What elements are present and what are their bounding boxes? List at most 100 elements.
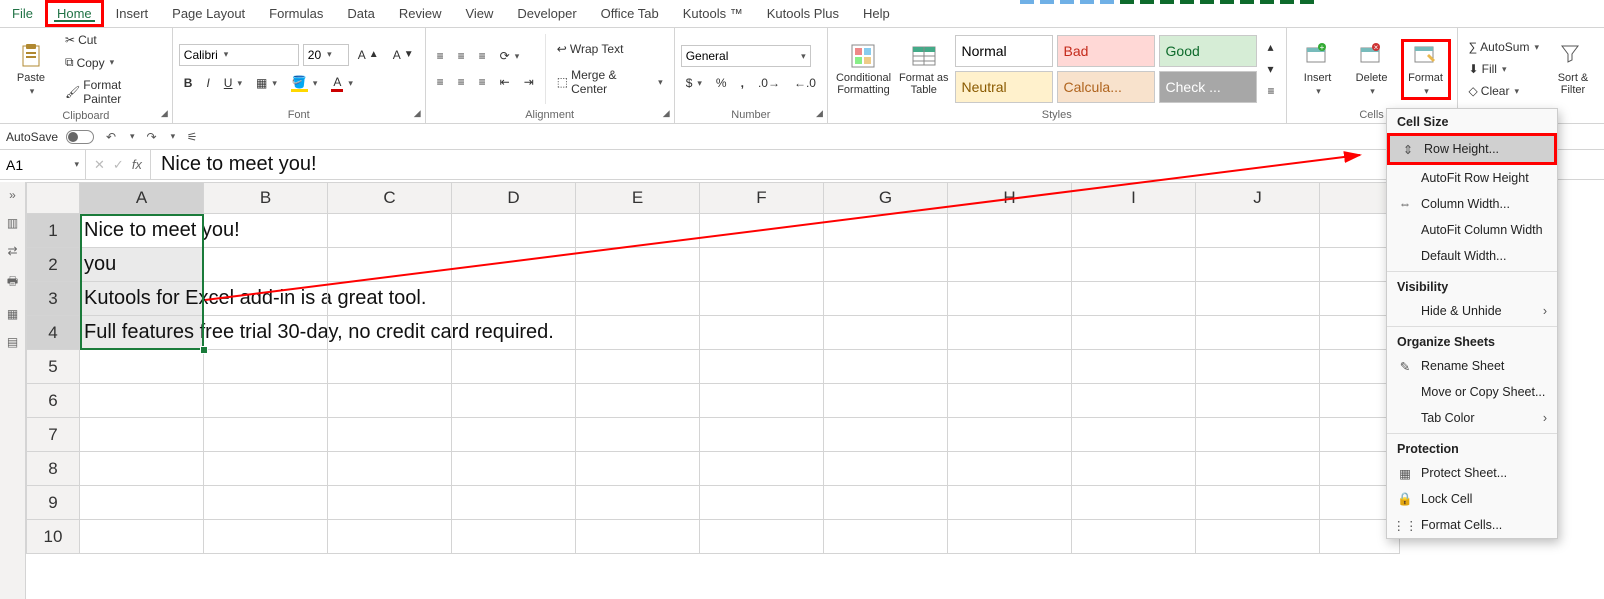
cell[interactable] — [1072, 486, 1196, 520]
cell-A1[interactable]: Nice to meet you! — [80, 214, 204, 248]
cell[interactable] — [576, 316, 700, 350]
cell[interactable] — [700, 452, 824, 486]
fill-handle[interactable] — [200, 346, 208, 354]
styles-more[interactable]: ≡ — [1263, 81, 1280, 101]
row-header-10[interactable]: 10 — [26, 520, 80, 554]
tab-data[interactable]: Data — [335, 0, 386, 27]
borders-button[interactable]: ▦▾ — [251, 73, 282, 93]
tab-kutools-plus[interactable]: Kutools Plus — [755, 0, 851, 27]
dialog-launcher-icon[interactable]: ◢ — [663, 108, 670, 119]
cell[interactable] — [1196, 350, 1320, 384]
col-header-G[interactable]: G — [824, 182, 948, 214]
cell[interactable] — [1072, 282, 1196, 316]
increase-decimal-button[interactable]: .0→ — [753, 73, 785, 93]
cell[interactable] — [80, 418, 204, 452]
cell[interactable] — [824, 486, 948, 520]
row-header-6[interactable]: 6 — [26, 384, 80, 418]
align-middle-button[interactable]: ≡ — [453, 46, 470, 66]
cell[interactable] — [576, 520, 700, 554]
cell[interactable] — [576, 248, 700, 282]
col-header-F[interactable]: F — [700, 182, 824, 214]
rail-icon[interactable]: 🖶 — [7, 272, 18, 293]
styles-scroll-up[interactable]: ▴ — [1263, 37, 1279, 57]
cell-A3[interactable]: Kutools for Excel add-in is a great tool… — [80, 282, 204, 316]
menu-column-width[interactable]: ⇔Column Width... — [1387, 191, 1557, 217]
cell[interactable] — [576, 452, 700, 486]
col-header-A[interactable]: A — [80, 182, 204, 214]
cell[interactable] — [204, 520, 328, 554]
cell[interactable] — [204, 418, 328, 452]
cell[interactable] — [824, 418, 948, 452]
align-right-button[interactable]: ≡ — [474, 72, 491, 92]
cell[interactable] — [1196, 486, 1320, 520]
cell[interactable] — [824, 350, 948, 384]
cell[interactable] — [204, 316, 328, 350]
cell[interactable] — [576, 384, 700, 418]
cell[interactable] — [700, 384, 824, 418]
cell[interactable] — [452, 486, 576, 520]
cell[interactable] — [576, 486, 700, 520]
cell[interactable] — [452, 214, 576, 248]
tab-review[interactable]: Review — [387, 0, 454, 27]
font-name-combo[interactable]: Calibri▾ — [179, 44, 299, 66]
fill-color-button[interactable]: 🪣▾ — [286, 72, 322, 95]
cancel-formula-button[interactable]: ✕ — [94, 157, 105, 173]
cell[interactable] — [948, 452, 1072, 486]
cell[interactable] — [328, 486, 452, 520]
cell[interactable] — [1072, 214, 1196, 248]
col-header-I[interactable]: I — [1072, 182, 1196, 214]
cell[interactable] — [1072, 452, 1196, 486]
tab-insert[interactable]: Insert — [104, 0, 161, 27]
style-good[interactable]: Good — [1159, 35, 1257, 67]
align-center-button[interactable]: ≡ — [453, 72, 470, 92]
menu-hide-unhide[interactable]: Hide & Unhide› — [1387, 298, 1557, 324]
cell[interactable] — [80, 384, 204, 418]
font-color-button[interactable]: A▾ — [326, 72, 358, 95]
cell[interactable] — [204, 350, 328, 384]
cell[interactable] — [452, 418, 576, 452]
redo-button[interactable]: ↷ — [143, 128, 161, 146]
cell[interactable] — [328, 248, 452, 282]
cell[interactable] — [328, 418, 452, 452]
cell[interactable] — [1196, 452, 1320, 486]
conditional-formatting-button[interactable]: Conditional Formatting — [834, 40, 893, 98]
cell[interactable] — [700, 486, 824, 520]
fill-button[interactable]: ⬇Fill▾ — [1464, 59, 1512, 79]
decrease-decimal-button[interactable]: ←.0 — [789, 73, 821, 93]
row-header-9[interactable]: 9 — [26, 486, 80, 520]
cell[interactable] — [1196, 248, 1320, 282]
row-header-1[interactable]: 1 — [26, 214, 80, 248]
cell[interactable] — [452, 384, 576, 418]
sort-filter-button[interactable]: Sort & Filter — [1548, 40, 1598, 98]
cell[interactable] — [452, 452, 576, 486]
cell[interactable] — [824, 452, 948, 486]
cell[interactable] — [204, 486, 328, 520]
cell[interactable] — [328, 282, 452, 316]
cell-A2[interactable]: you — [80, 248, 204, 282]
cell[interactable] — [948, 520, 1072, 554]
undo-button[interactable]: ↶ — [102, 128, 120, 146]
cell[interactable] — [576, 282, 700, 316]
number-format-combo[interactable]: General▾ — [681, 45, 811, 67]
worksheet-grid[interactable]: A B C D E F G H I J 1Nice to meet you! 2… — [26, 182, 1604, 599]
col-header-D[interactable]: D — [452, 182, 576, 214]
tab-office-tab[interactable]: Office Tab — [589, 0, 671, 27]
dialog-launcher-icon[interactable]: ◢ — [161, 108, 168, 119]
enter-formula-button[interactable]: ✓ — [113, 157, 124, 173]
indent-increase-button[interactable]: ⇥ — [519, 72, 539, 92]
cut-button[interactable]: ✂ Cut — [60, 30, 102, 50]
percent-button[interactable]: % — [711, 73, 732, 93]
comma-button[interactable]: , — [736, 73, 749, 93]
menu-row-height[interactable]: ⇕ Row Height... — [1390, 136, 1554, 162]
fx-button[interactable]: fx — [132, 157, 142, 172]
cell[interactable] — [824, 384, 948, 418]
menu-autofit-row-height[interactable]: AutoFit Row Height — [1387, 165, 1557, 191]
rail-expand-button[interactable]: » — [9, 188, 16, 202]
italic-button[interactable]: I — [201, 73, 214, 93]
rail-icon[interactable]: ▦ — [7, 307, 18, 321]
underline-button[interactable]: U▾ — [219, 73, 247, 93]
cell[interactable] — [204, 452, 328, 486]
cell[interactable] — [948, 316, 1072, 350]
cell[interactable] — [1072, 248, 1196, 282]
cell[interactable] — [328, 452, 452, 486]
